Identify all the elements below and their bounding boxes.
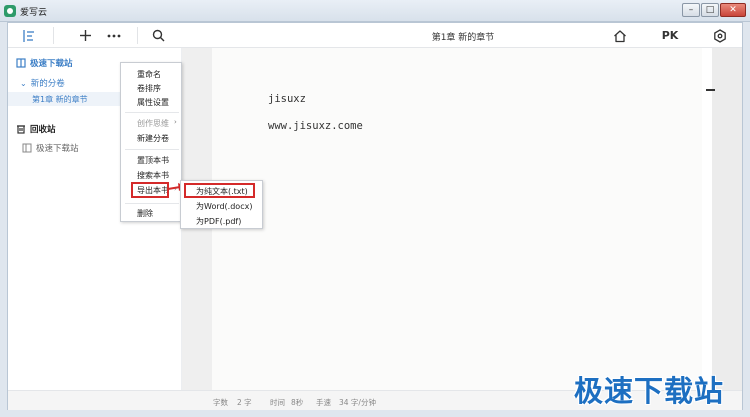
recycled-book-item[interactable]: 极速下载站: [22, 142, 79, 154]
export-highlight-box: [131, 182, 169, 198]
speed-value: 34 字/分钟: [339, 398, 376, 407]
site-watermark: 极速下载站: [574, 374, 725, 408]
char-count-label: 字数: [213, 398, 228, 407]
chevron-right-icon: ›: [174, 118, 177, 126]
menu-divider: [125, 112, 179, 113]
app-logo-icon: [4, 5, 16, 17]
toolbar-divider: [53, 27, 54, 44]
scrollbar-track[interactable]: [712, 48, 742, 390]
editor-line: www.jisuxz.come: [268, 120, 363, 132]
menu-item-rename[interactable]: 重命名: [137, 69, 161, 80]
book-item[interactable]: 极速下载站: [16, 57, 73, 69]
window-title: 爱写云: [20, 8, 48, 18]
chapter-item[interactable]: 第1章 新的章节: [32, 94, 88, 105]
text-editor[interactable]: jisuxz www.jisuxz.come: [212, 48, 702, 390]
close-button[interactable]: ✕: [720, 3, 746, 17]
speed-label: 手速: [316, 398, 331, 407]
recycle-bin-item[interactable]: 回收站: [16, 123, 56, 135]
search-icon[interactable]: [147, 23, 169, 48]
context-menu: 重命名 卷排序 属性设置 创作思维 › 新建分卷 置顶本书 搜索本书 导出本书 …: [120, 62, 182, 222]
trash-icon: [17, 125, 25, 134]
hexagon-settings-icon[interactable]: [709, 23, 731, 48]
book-icon: [22, 143, 32, 153]
volume-name: 新的分卷: [30, 79, 65, 89]
pk-button[interactable]: PK: [659, 23, 681, 48]
list-icon[interactable]: [18, 23, 40, 48]
maximize-button[interactable]: □: [701, 3, 719, 17]
menu-item-new-volume[interactable]: 新建分卷: [137, 133, 169, 144]
book-icon: [16, 58, 26, 68]
editor-right-margin: [702, 48, 710, 390]
recycled-book-name: 极速下载站: [36, 144, 79, 154]
plus-icon[interactable]: [74, 23, 96, 48]
chapter-name: 第1章 新的章节: [32, 95, 88, 104]
menu-divider: [125, 149, 179, 150]
export-docx-item[interactable]: 为Word(.docx): [196, 201, 252, 212]
menu-divider: [125, 203, 179, 204]
title-bar: 爱写云 – □ ✕: [0, 0, 750, 22]
volume-item[interactable]: ⌄ 新的分卷: [20, 77, 65, 90]
text-cursor: [706, 89, 715, 91]
menu-item-delete[interactable]: 删除: [137, 208, 153, 219]
toolbar: 第1章 新的章节 PK: [8, 23, 742, 48]
document-title: 第1章 新的章节: [431, 33, 495, 43]
window-controls: – □ ✕: [682, 3, 746, 17]
home-icon[interactable]: [609, 23, 631, 48]
time-value: 8秒: [291, 398, 304, 407]
export-pdf-item[interactable]: 为PDF(.pdf): [196, 216, 241, 227]
menu-item-properties[interactable]: 属性设置: [137, 97, 169, 108]
book-name: 极速下载站: [30, 59, 73, 69]
toolbar-divider: [137, 27, 138, 44]
export-txt-item[interactable]: 为纯文本(.txt): [196, 186, 248, 197]
char-count-value: 2 字: [237, 398, 252, 407]
recycle-label: 回收站: [30, 125, 56, 135]
app-client: 第1章 新的章节 PK 极速下载站 ⌄ 新的分卷 第1章 新的章节 回收站 极速…: [7, 22, 743, 410]
menu-item-pin-book[interactable]: 置顶本书: [137, 155, 169, 166]
more-icon[interactable]: [103, 23, 125, 48]
menu-item-creative-thinking: 创作思维: [137, 119, 169, 128]
menu-item-search-book[interactable]: 搜索本书: [137, 170, 169, 181]
minimize-button[interactable]: –: [682, 3, 700, 17]
editor-line: jisuxz: [268, 93, 306, 105]
export-submenu: 为纯文本(.txt) 为Word(.docx) 为PDF(.pdf): [180, 180, 263, 229]
chevron-down-icon: ⌄: [20, 78, 27, 88]
time-label: 时间: [270, 398, 285, 407]
menu-item-sort-volumes[interactable]: 卷排序: [137, 83, 161, 94]
